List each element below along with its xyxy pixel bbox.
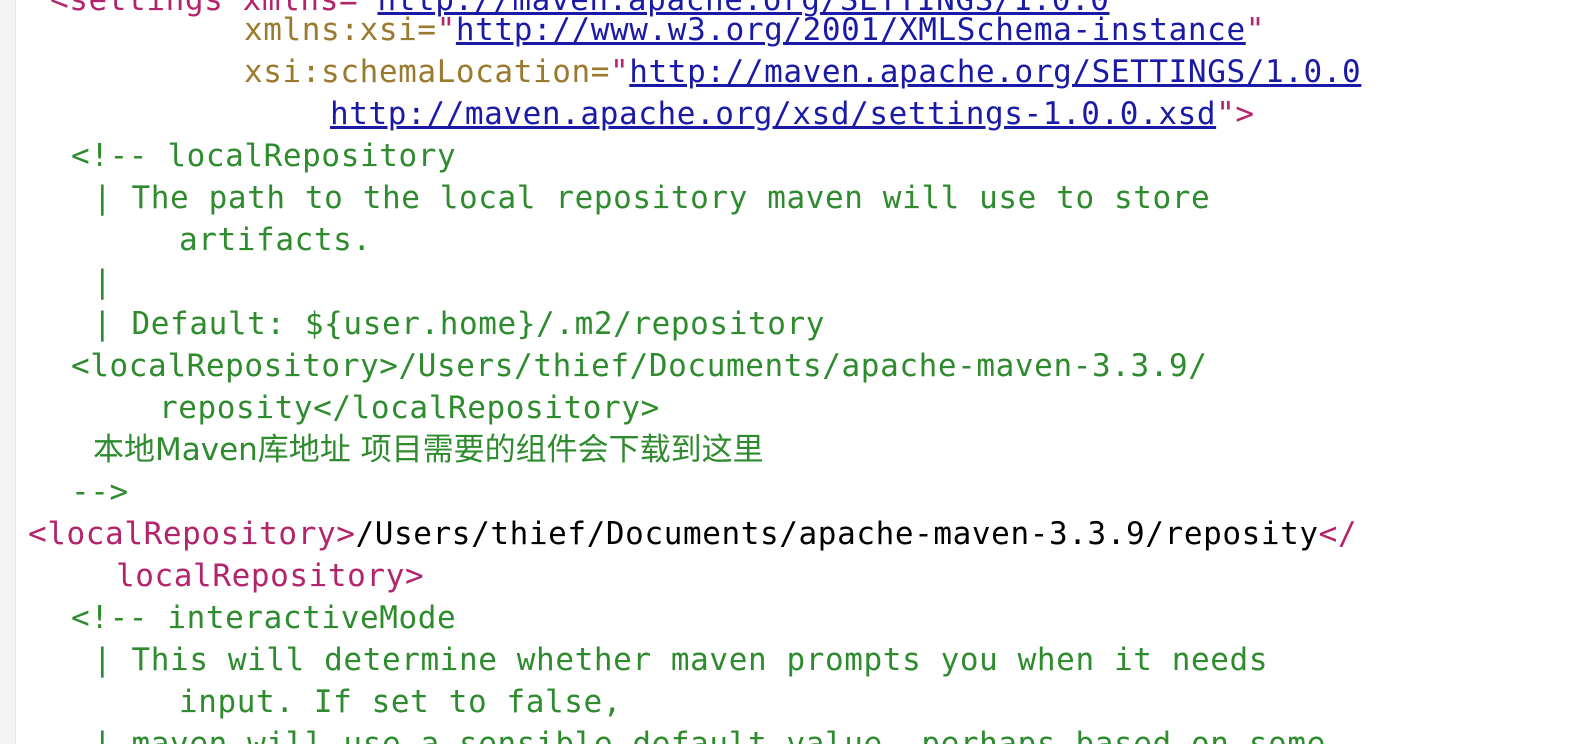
editor-gutter xyxy=(0,0,16,744)
code-line-schema-location: xsi:schemaLocation="http://maven.apache.… xyxy=(244,54,1361,90)
xmlschema-instance-link[interactable]: http://www.w3.org/2001/XMLSchema-instanc… xyxy=(456,12,1246,48)
code-line-local-repository-close: localRepository> xyxy=(116,558,424,594)
comment-line: input. If set to false, xyxy=(179,684,623,720)
code-line-local-repository: <localRepository>/Users/thief/Documents/… xyxy=(28,516,1357,552)
comment-end-line: --> xyxy=(71,474,129,510)
comment-line: | Default: ${user.home}/.m2/repository xyxy=(93,306,826,342)
comment-line: <!-- localRepository xyxy=(71,138,457,174)
comment-line: artifacts. xyxy=(179,222,372,258)
quote-mark: " xyxy=(610,54,630,90)
local-repository-close-tag-end: localRepository> xyxy=(116,558,425,594)
xmlns-xsi-attribute: xmlns:xsi= xyxy=(244,12,437,48)
settings-xsd-link[interactable]: http://maven.apache.org/xsd/settings-1.0… xyxy=(330,96,1216,132)
local-repository-close-tag-start: </ xyxy=(1318,516,1358,552)
local-repository-open-tag: <localRepository> xyxy=(28,516,356,552)
comment-line: <!-- interactiveMode xyxy=(71,600,457,636)
code-editor[interactable]: <settings xmlns="http://maven.apache.org… xyxy=(0,0,1572,744)
schema-location-attribute: xsi:schemaLocation= xyxy=(244,54,611,90)
comment-line: <localRepository>/Users/thief/Documents/… xyxy=(71,348,1208,384)
local-repository-path: /Users/thief/Documents/apache-maven-3.3.… xyxy=(355,516,1319,552)
comment-line: reposity</localRepository> xyxy=(159,390,660,426)
settings-schema-link[interactable]: http://maven.apache.org/SETTINGS/1.0.0 xyxy=(629,54,1361,90)
comment-line-chinese: 本地Maven库地址 项目需要的组件会下载到这里 xyxy=(93,432,764,468)
code-line-xsd: http://maven.apache.org/xsd/settings-1.0… xyxy=(330,96,1255,132)
quote-mark: " xyxy=(436,12,456,48)
comment-line: | maven will use a sensible default valu… xyxy=(93,726,1326,744)
comment-line: | xyxy=(93,264,113,300)
quote-mark: " xyxy=(1245,12,1265,48)
comment-line: | The path to the local repository maven… xyxy=(93,180,1211,216)
code-line-xmlns-xsi: xmlns:xsi="http://www.w3.org/2001/XMLSch… xyxy=(244,12,1265,48)
tag-close: "> xyxy=(1216,96,1255,132)
comment-line: | This will determine whether maven prom… xyxy=(93,642,1269,678)
